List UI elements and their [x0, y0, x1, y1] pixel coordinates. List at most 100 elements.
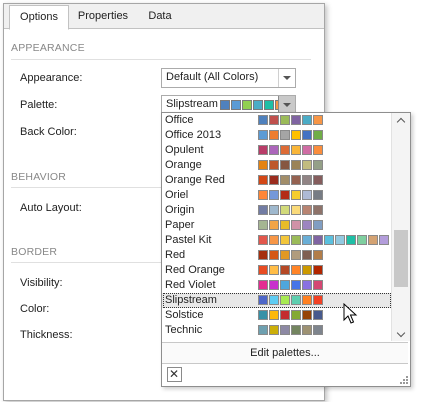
- palette-swatches: [258, 175, 324, 185]
- color-swatch: [313, 280, 323, 290]
- color-swatch: [302, 250, 312, 260]
- color-swatch: [302, 190, 312, 200]
- color-swatch: [302, 310, 312, 320]
- palette-item[interactable]: Red: [162, 248, 391, 263]
- color-swatch: [280, 250, 290, 260]
- palette-swatches: [258, 295, 324, 305]
- color-swatch: [291, 205, 301, 215]
- palette-swatches: [258, 265, 324, 275]
- color-swatch: [313, 175, 323, 185]
- tab-bar: Options Properties Data: [4, 4, 324, 30]
- chevron-up-icon: [396, 117, 406, 127]
- palette-item-name: Opulent: [165, 144, 204, 156]
- color-swatch: [264, 100, 274, 110]
- color-swatch: [313, 220, 323, 230]
- palette-swatches: [258, 280, 324, 290]
- scroll-down-button[interactable]: [392, 327, 410, 341]
- appearance-combo[interactable]: Default (All Colors): [161, 68, 296, 88]
- palette-item[interactable]: Technic: [162, 323, 391, 338]
- palette-item-name: Red Violet: [165, 279, 216, 291]
- palette-item-name: Oriel: [165, 189, 189, 201]
- palette-item-name: Office: [165, 114, 194, 126]
- color-swatch: [258, 175, 268, 185]
- tab-properties[interactable]: Properties: [70, 5, 136, 28]
- appearance-label: Appearance:: [20, 72, 83, 84]
- palette-item[interactable]: Orange Red: [162, 173, 391, 188]
- palette-item[interactable]: Opulent: [162, 143, 391, 158]
- palette-swatches: [258, 205, 324, 215]
- color-swatch: [313, 295, 323, 305]
- palette-swatches: [258, 145, 324, 155]
- color-swatch: [313, 115, 323, 125]
- tab-options[interactable]: Options: [9, 5, 69, 30]
- color-swatch: [313, 235, 323, 245]
- palette-dropdown-popup: Office Office 2013 Opulent Orange Orange Red…: [161, 112, 411, 387]
- palette-item[interactable]: Red Orange: [162, 263, 391, 278]
- scrollbar-thumb[interactable]: [394, 230, 408, 287]
- palette-item[interactable]: Paper: [162, 218, 391, 233]
- palette-item[interactable]: Office: [162, 113, 391, 128]
- color-swatch: [220, 100, 230, 110]
- color-swatch: [253, 100, 263, 110]
- palette-item[interactable]: Origin: [162, 203, 391, 218]
- chevron-down-icon: [283, 76, 291, 80]
- color-swatch: [258, 310, 268, 320]
- color-swatch: [313, 310, 323, 320]
- back-color-label: Back Color:: [20, 126, 77, 138]
- section-divider: [11, 59, 311, 60]
- palette-swatches: [258, 325, 324, 335]
- color-swatch: [258, 280, 268, 290]
- color-swatch: [302, 325, 312, 335]
- scrollbar[interactable]: [391, 113, 410, 341]
- color-swatch: [302, 265, 312, 275]
- appearance-value: Default (All Colors): [166, 71, 259, 83]
- color-swatch: [313, 145, 323, 155]
- palette-item[interactable]: Oriel: [162, 188, 391, 203]
- palette-item[interactable]: Orange: [162, 158, 391, 173]
- color-swatch: [335, 235, 345, 245]
- palette-item-name: Origin: [165, 204, 195, 216]
- color-swatch: [313, 160, 323, 170]
- color-swatch: [291, 130, 301, 140]
- edit-palettes-button[interactable]: Edit palettes...: [162, 342, 408, 364]
- resize-grip-icon[interactable]: [399, 375, 408, 384]
- color-swatch: [258, 205, 268, 215]
- palette-swatches: [258, 115, 324, 125]
- color-swatch: [291, 295, 301, 305]
- color-swatch: [291, 310, 301, 320]
- color-swatch: [258, 130, 268, 140]
- color-swatch: [313, 130, 323, 140]
- color-swatch: [291, 250, 301, 260]
- color-swatch: [258, 220, 268, 230]
- color-swatch: [302, 220, 312, 230]
- palette-item[interactable]: Office 2013: [162, 128, 391, 143]
- color-swatch: [291, 265, 301, 275]
- color-swatch: [291, 220, 301, 230]
- color-swatch: [313, 325, 323, 335]
- color-swatch: [302, 175, 312, 185]
- palette-item-name: Red: [165, 249, 186, 261]
- color-swatch: [302, 115, 312, 125]
- scroll-up-button[interactable]: [392, 113, 410, 127]
- visibility-label: Visibility:: [20, 277, 63, 289]
- appearance-dropdown-button[interactable]: [278, 69, 295, 87]
- color-swatch: [313, 250, 323, 260]
- palette-item-name: Orange Red: [165, 174, 225, 186]
- color-swatch: [313, 205, 323, 215]
- color-swatch: [280, 205, 290, 215]
- color-swatch: [280, 160, 290, 170]
- tab-data[interactable]: Data: [138, 5, 182, 28]
- close-popup-button[interactable]: ✕: [167, 367, 182, 382]
- color-swatch: [291, 325, 301, 335]
- color-swatch: [269, 190, 279, 200]
- color-swatch: [280, 145, 290, 155]
- palette-item[interactable]: Pastel Kit: [162, 233, 391, 248]
- color-swatch: [269, 205, 279, 215]
- color-swatch: [258, 250, 268, 260]
- palette-item-name: Office 2013: [165, 129, 222, 141]
- color-swatch: [313, 190, 323, 200]
- color-swatch: [269, 235, 279, 245]
- color-swatch: [269, 115, 279, 125]
- palette-item[interactable]: Red Violet: [162, 278, 391, 293]
- color-swatch: [231, 100, 241, 110]
